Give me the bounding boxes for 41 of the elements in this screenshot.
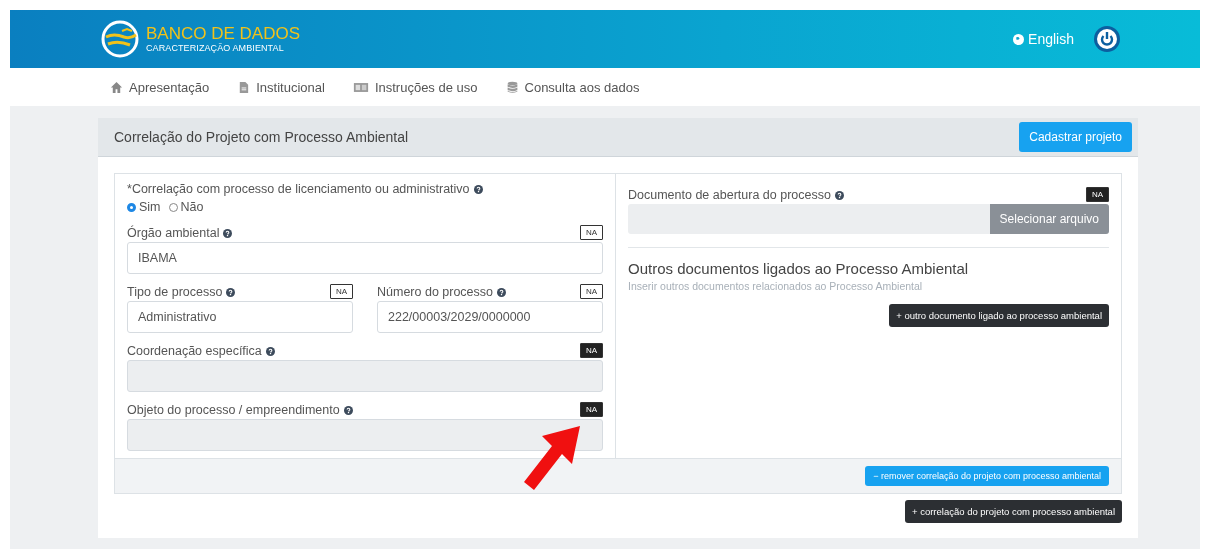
power-icon[interactable] <box>1094 26 1120 52</box>
field-label: Tipo de processo <box>127 285 236 299</box>
field-label: Objeto do processo / empreendimento <box>127 403 353 417</box>
field-label: *Correlação com processo de licenciamento ou administrativo <box>127 182 603 196</box>
text-field[interactable]: IBAMA <box>127 242 603 274</box>
subsection-title: Outros documentos ligados ao Processo Ambiental <box>628 260 970 277</box>
na-toggle[interactable]: NA <box>579 284 603 299</box>
radio-option[interactable]: Sim <box>127 200 161 214</box>
book-icon <box>352 80 369 94</box>
na-toggle[interactable]: NA <box>1085 187 1109 202</box>
logo-title: BANCO DE DADOS <box>146 25 300 43</box>
help-icon <box>265 346 275 356</box>
logo-subtitle: CARACTERIZAÇÃO AMBIENTAL <box>146 43 285 53</box>
home-icon <box>110 80 123 94</box>
field-label: Número do processo <box>377 285 507 299</box>
field-label: Órgão ambiental <box>127 226 233 240</box>
add-correlation-button[interactable]: + correlação do projeto com processo ambiental <box>904 500 1122 523</box>
database-icon <box>505 80 519 94</box>
nav-item[interactable]: Consulta aos dados <box>505 79 640 95</box>
na-toggle[interactable]: NA <box>329 284 353 299</box>
section-title: Correlação do Projeto com Processo Ambiental <box>114 129 409 145</box>
help-icon <box>223 228 233 238</box>
help-icon <box>226 287 236 297</box>
radio-option[interactable]: Não <box>168 200 204 214</box>
help-icon <box>473 184 483 194</box>
text-field[interactable]: Administrativo <box>127 301 353 333</box>
help-icon <box>497 287 507 297</box>
logo-icon <box>100 19 140 59</box>
add-document-button[interactable]: + outro documento ligado ao processo ambiental <box>889 304 1109 327</box>
field-label: Coordenação específica <box>127 344 275 358</box>
globe-icon <box>1013 33 1025 45</box>
field-label: Documento de abertura do processo <box>628 188 844 202</box>
nav-item[interactable]: Instruções de uso <box>352 79 478 95</box>
help-icon <box>834 190 844 200</box>
hint-text: Inserir outros documentos relacionados ao Processo Ambiental <box>628 280 924 292</box>
document-icon <box>237 80 251 94</box>
na-toggle[interactable]: NA <box>579 225 603 240</box>
help-icon <box>343 405 353 415</box>
nav-item[interactable]: Apresentação <box>110 79 210 95</box>
text-field[interactable]: 222/00003/2029/0000000 <box>377 301 603 333</box>
nav-item[interactable]: Institucional <box>237 79 325 95</box>
